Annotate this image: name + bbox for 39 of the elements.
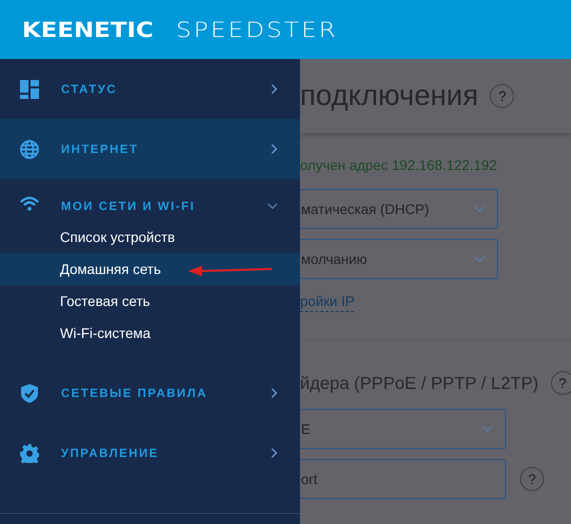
input-field[interactable]: ort	[300, 459, 506, 499]
chevron-right-icon	[271, 143, 278, 155]
brand-logo: KEENETIC	[22, 18, 154, 42]
nav-label: УПРАВЛЕНИЕ	[61, 446, 160, 460]
chevron-right-icon	[271, 387, 278, 399]
chevron-right-icon	[271, 83, 278, 95]
status-text: олучен адрес 192.168.122.192	[300, 157, 497, 173]
nav-item[interactable]: МОИ СЕТИ И WI-FI	[0, 179, 300, 221]
shield-check-icon	[20, 384, 39, 402]
nav-label: СТАТУС	[61, 82, 118, 96]
submenu-item[interactable]: Гостевая сеть	[0, 285, 300, 317]
nav-item[interactable]: УПРАВЛЕНИЕ	[0, 423, 300, 483]
model-name: SPEEDSTER	[176, 18, 338, 42]
nav-label: СЕТЕВЫЕ ПРАВИЛА	[61, 386, 208, 400]
help-icon[interactable]: ?	[520, 467, 544, 491]
settings-icon	[20, 444, 39, 462]
chevron-down-icon	[474, 256, 485, 262]
select-field[interactable]: молчанию	[300, 239, 498, 279]
nav-label: МОИ СЕТИ И WI-FI	[61, 199, 196, 213]
nav-label: ИНТЕРНЕТ	[61, 142, 140, 156]
submenu-item[interactable]: Список устройств	[0, 221, 300, 253]
dashboard-icon	[20, 80, 39, 98]
nav-item[interactable]: СЕТЕВЫЕ ПРАВИЛА	[0, 363, 300, 423]
select-field[interactable]: E	[300, 409, 506, 449]
submenu-item[interactable]: Домашняя сеть	[0, 253, 300, 285]
page-title: подключения	[300, 80, 478, 112]
submenu-item[interactable]: Wi-Fi-система	[0, 317, 300, 349]
chevron-right-icon	[271, 447, 278, 459]
help-icon[interactable]: ?	[550, 371, 571, 395]
help-icon[interactable]: ?	[490, 84, 514, 108]
chevron-down-icon	[482, 426, 493, 432]
section-title: йдера (PPPoE / PPTP / L2TP)	[300, 372, 539, 394]
link[interactable]: ройки IP	[300, 293, 354, 312]
nav-item[interactable]: ИНТЕРНЕТ	[0, 119, 300, 179]
globe-icon	[20, 140, 39, 158]
nav-item[interactable]: СТАТУС	[0, 59, 300, 119]
chevron-down-icon	[474, 206, 485, 212]
select-field[interactable]: матическая (DHCP)	[300, 189, 498, 229]
chevron-down-icon	[267, 203, 278, 210]
